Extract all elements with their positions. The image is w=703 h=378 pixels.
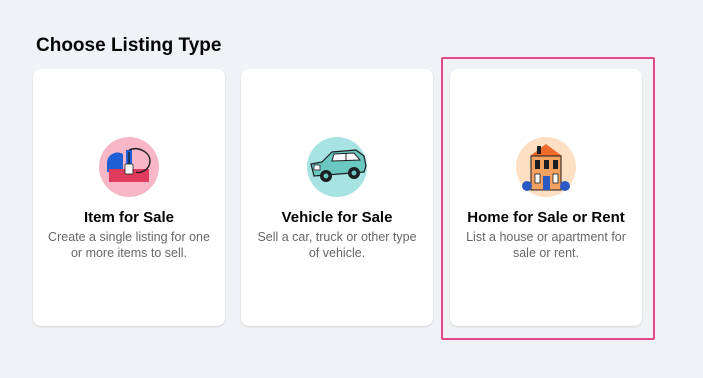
card-description: Sell a car, truck or other type of vehic… (257, 230, 417, 260)
card-title: Home for Sale or Rent (467, 209, 625, 226)
card-description: Create a single listing for one or more … (48, 230, 210, 260)
card-title: Vehicle for Sale (281, 209, 393, 226)
page-title: Choose Listing Type (36, 35, 222, 56)
card-description: List a house or apartment for sale or re… (466, 230, 626, 260)
house-icon (515, 136, 577, 198)
listing-type-card-vehicle[interactable]: Vehicle for Sale Sell a car, truck or ot… (241, 69, 433, 326)
card-title: Item for Sale (83, 209, 175, 226)
listing-type-card-item[interactable]: Item for Sale Create a single listing fo… (33, 69, 225, 326)
car-icon (306, 136, 368, 198)
price-tag-bag-icon (98, 136, 160, 198)
listing-type-card-home[interactable]: Home for Sale or Rent List a house or ap… (450, 69, 642, 326)
